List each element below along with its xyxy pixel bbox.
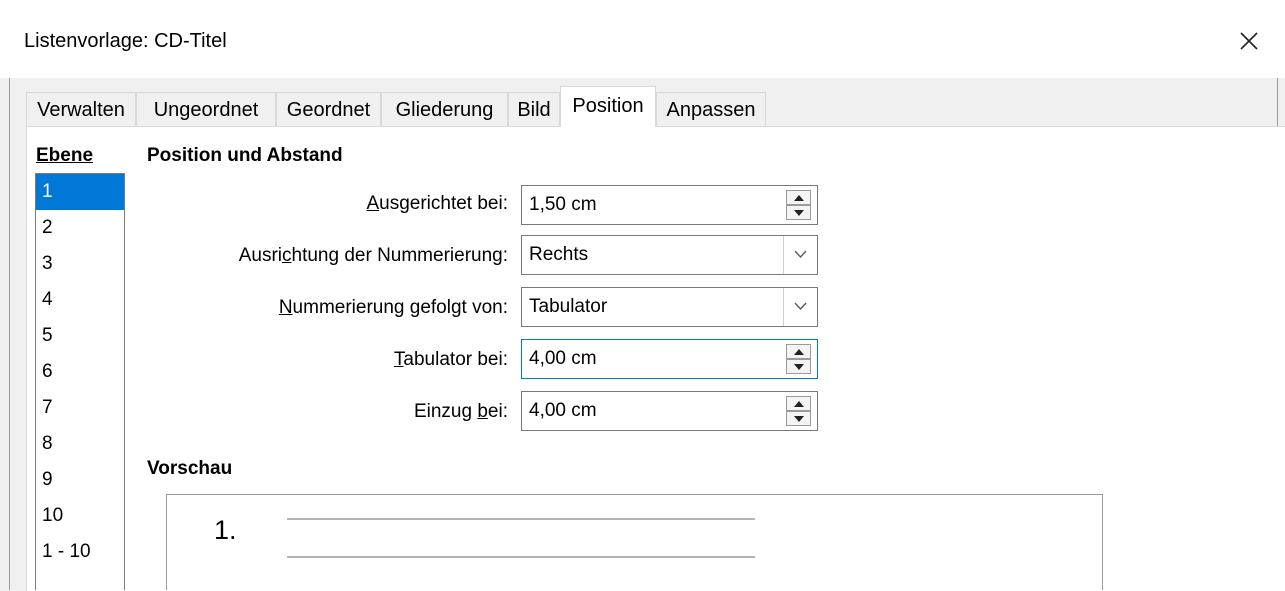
level-list[interactable]: 1 2 3 4 5 6 7 8 9 10 1 - 10 bbox=[35, 173, 125, 590]
spin-up-icon[interactable] bbox=[786, 396, 811, 411]
indent-at-value: 4,00 cm bbox=[529, 400, 597, 421]
preview-text-line bbox=[287, 556, 755, 558]
tab-ungeordnet[interactable]: Ungeordnet bbox=[136, 92, 276, 126]
tab-stop-at-value: 4,00 cm bbox=[529, 348, 597, 369]
level-heading: Ebene bbox=[36, 145, 94, 166]
indent-at-label: Einzug bei: bbox=[413, 401, 508, 422]
numbering-followed-by-select[interactable]: Tabulator bbox=[521, 287, 818, 327]
window-left-border bbox=[9, 78, 10, 590]
preview-number: 1. bbox=[214, 515, 237, 545]
spin-up-icon[interactable] bbox=[786, 344, 811, 359]
level-item[interactable]: 7 bbox=[36, 390, 124, 426]
level-item[interactable]: 5 bbox=[36, 318, 124, 354]
numbering-followed-by-label: Nummerierung gefolgt von: bbox=[278, 297, 508, 318]
preview-text-line bbox=[287, 518, 755, 520]
level-item[interactable]: 1 - 10 bbox=[36, 534, 124, 570]
tab-stop-at-spinfield[interactable]: 4,00 cm bbox=[521, 339, 818, 379]
close-icon[interactable] bbox=[1234, 26, 1264, 56]
position-section-heading: Position und Abstand bbox=[147, 145, 343, 166]
indent-at-spinfield[interactable]: 4,00 cm bbox=[521, 391, 818, 431]
level-item[interactable]: 2 bbox=[36, 210, 124, 246]
level-item[interactable]: 3 bbox=[36, 246, 124, 282]
chevron-down-icon[interactable] bbox=[783, 288, 817, 326]
aligned-at-value: 1,50 cm bbox=[529, 194, 597, 215]
indent-at-spinner bbox=[786, 396, 811, 426]
numbering-alignment-label: Ausrichtung der Nummerierung: bbox=[238, 245, 508, 266]
tab-gliederung[interactable]: Gliederung bbox=[381, 92, 508, 126]
title-bar: Listenvorlage: CD-Titel bbox=[0, 0, 1285, 78]
level-item[interactable]: 4 bbox=[36, 282, 124, 318]
window-title: Listenvorlage: CD-Titel bbox=[24, 30, 227, 52]
spin-down-icon[interactable] bbox=[786, 411, 811, 426]
spin-up-icon[interactable] bbox=[786, 190, 811, 205]
preview-heading: Vorschau bbox=[147, 458, 233, 479]
level-item[interactable]: 1 bbox=[36, 174, 124, 210]
tab-geordnet[interactable]: Geordnet bbox=[276, 92, 381, 126]
level-item[interactable]: 6 bbox=[36, 354, 124, 390]
aligned-at-spinfield[interactable]: 1,50 cm bbox=[521, 185, 818, 225]
tab-anpassen[interactable]: Anpassen bbox=[656, 92, 766, 126]
chevron-down-icon[interactable] bbox=[783, 236, 817, 274]
numbering-alignment-value: Rechts bbox=[529, 244, 589, 265]
tab-position[interactable]: Position bbox=[560, 86, 656, 127]
tab-stop-at-label: Tabulator bei: bbox=[393, 349, 508, 370]
tab-stop-at-spinner bbox=[786, 344, 811, 374]
level-item[interactable]: 9 bbox=[36, 462, 124, 498]
aligned-at-label: Ausgerichtet bei: bbox=[366, 193, 508, 214]
level-item[interactable]: 8 bbox=[36, 426, 124, 462]
aligned-at-spinner bbox=[786, 190, 811, 220]
level-item[interactable]: 10 bbox=[36, 498, 124, 534]
preview-box: 1. bbox=[166, 494, 1103, 590]
spin-down-icon[interactable] bbox=[786, 359, 811, 374]
numbering-followed-by-value: Tabulator bbox=[529, 296, 608, 317]
tab-bild[interactable]: Bild bbox=[508, 92, 560, 126]
spin-down-icon[interactable] bbox=[786, 205, 811, 220]
tab-verwalten[interactable]: Verwalten bbox=[26, 92, 136, 126]
numbering-alignment-select[interactable]: Rechts bbox=[521, 235, 818, 275]
